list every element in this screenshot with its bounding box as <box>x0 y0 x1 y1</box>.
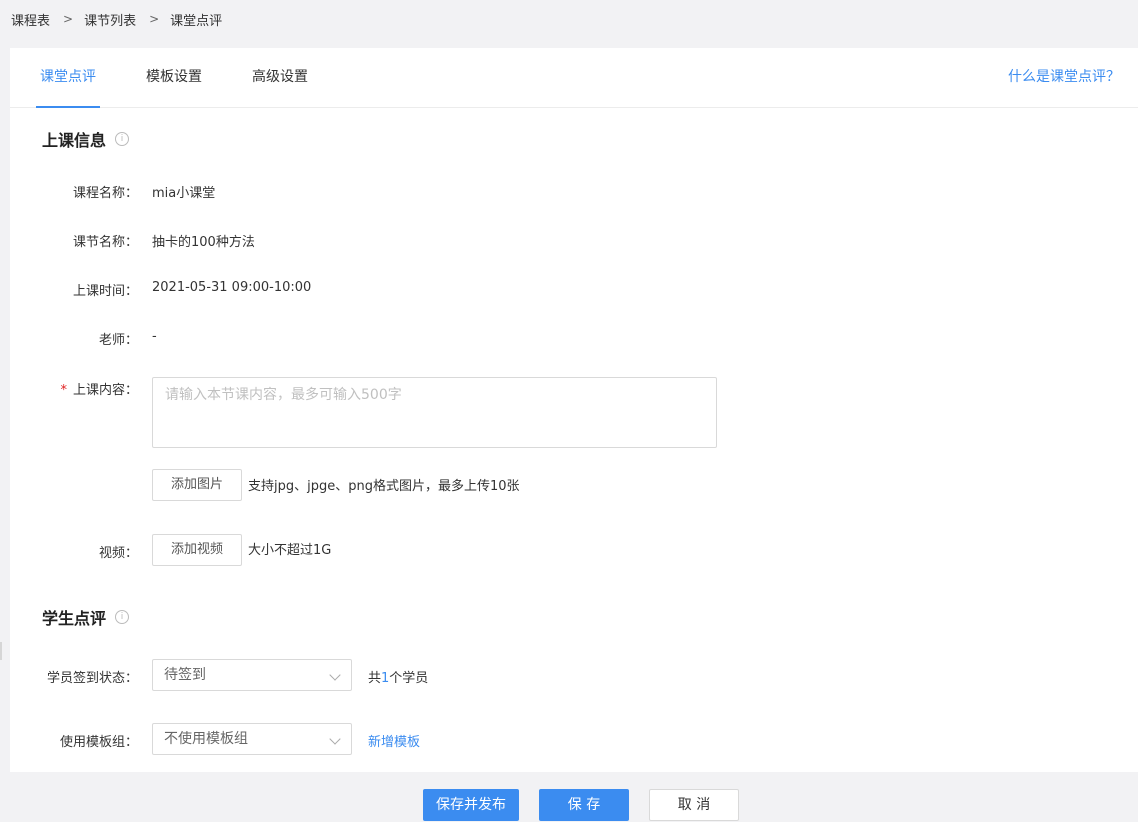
checkin-status-value: 待签到 <box>164 667 206 683</box>
checkin-status-select[interactable]: 待签到 <box>152 659 352 691</box>
chevron-down-icon <box>329 669 341 681</box>
breadcrumb-chevron-icon: > <box>63 12 74 26</box>
content-label-text: 上课内容： <box>72 383 138 398</box>
template-group-select[interactable]: 不使用模板组 <box>152 723 352 755</box>
main-card: 课堂点评 模板设置 高级设置 什么是课堂点评？ 上课信息 i 课程名称： mia… <box>10 48 1138 772</box>
student-count-suffix: 个学员 <box>389 671 429 686</box>
video-label: 视频： <box>98 546 138 561</box>
save-button[interactable]: 保 存 <box>539 789 629 821</box>
page-edge-handle <box>0 642 2 660</box>
teacher-label: 老师： <box>98 333 138 348</box>
teacher-value: - <box>152 329 157 344</box>
tab-class-review[interactable]: 课堂点评 <box>36 48 100 108</box>
student-count: 共1个学员 <box>368 667 428 686</box>
section-title-text: 学生点评 <box>42 609 107 628</box>
breadcrumb-item-schedule[interactable]: 课程表 <box>11 10 50 29</box>
tab-template-settings[interactable]: 模板设置 <box>146 48 202 107</box>
section-title-class-info: 上课信息 i <box>42 127 130 151</box>
course-name-label: 课程名称： <box>72 186 138 201</box>
footer-actions: 保存并发布 保 存 取 消 <box>0 772 1138 822</box>
breadcrumb-item-lessons[interactable]: 课节列表 <box>84 10 136 29</box>
content-label: * 上课内容： <box>10 379 138 398</box>
class-time-value: 2021-05-31 09:00-10:00 <box>152 280 312 295</box>
chevron-down-icon <box>329 733 341 745</box>
checkin-status-label: 学员签到状态： <box>46 671 138 686</box>
lesson-name-label: 课节名称： <box>72 235 138 250</box>
content-textarea[interactable]: 请输入本节课内容，最多可输入500字 <box>152 377 717 448</box>
section-title-text: 上课信息 <box>42 131 107 150</box>
video-hint: 大小不超过1G <box>248 543 332 558</box>
section-title-student-review: 学生点评 i <box>42 605 130 629</box>
lesson-name-value: 抽卡的100种方法 <box>152 235 255 250</box>
tab-advanced-settings[interactable]: 高级设置 <box>252 48 308 107</box>
image-hint: 支持jpg、jpge、png格式图片，最多上传10张 <box>248 479 520 494</box>
breadcrumb: 课程表 > 课节列表 > 课堂点评 <box>11 0 222 38</box>
tab-bar: 课堂点评 模板设置 高级设置 什么是课堂点评？ <box>10 48 1138 108</box>
required-mark: * <box>60 383 67 398</box>
breadcrumb-item-review: 课堂点评 <box>170 13 223 29</box>
course-name-value: mia小课堂 <box>152 186 216 201</box>
info-icon[interactable]: i <box>115 610 130 624</box>
template-group-value: 不使用模板组 <box>164 731 248 747</box>
cancel-button[interactable]: 取 消 <box>649 789 739 821</box>
new-template-link[interactable]: 新增模板 <box>368 731 420 750</box>
save-and-publish-button[interactable]: 保存并发布 <box>423 789 519 821</box>
template-group-label: 使用模板组： <box>59 735 138 750</box>
student-count-prefix: 共 <box>368 671 382 686</box>
add-video-button[interactable]: 添加视频 <box>152 534 242 566</box>
help-link[interactable]: 什么是课堂点评？ <box>1008 48 1120 107</box>
breadcrumb-chevron-icon: > <box>149 12 160 26</box>
class-time-label: 上课时间： <box>72 284 138 299</box>
add-image-button[interactable]: 添加图片 <box>152 469 242 501</box>
info-icon[interactable]: i <box>115 132 130 146</box>
